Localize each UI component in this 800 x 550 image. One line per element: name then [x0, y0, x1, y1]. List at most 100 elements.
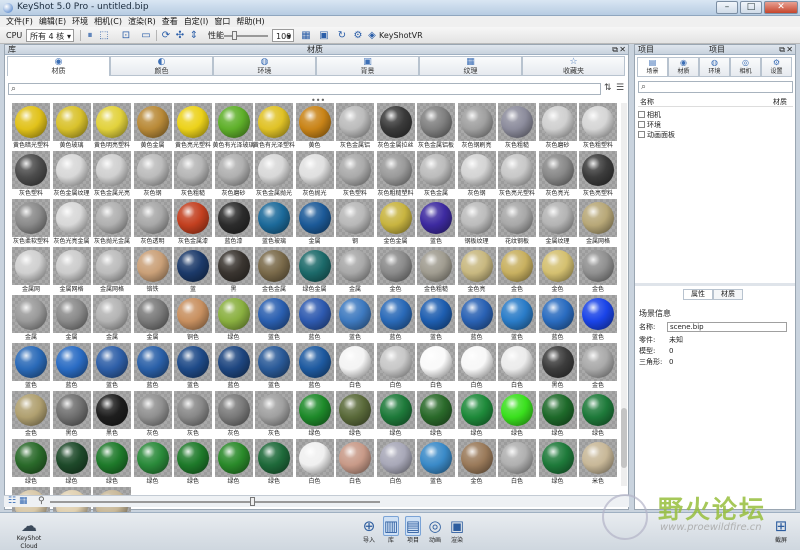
frame-icon[interactable]: ▣: [318, 29, 330, 42]
panel-close-icon[interactable]: ✕: [786, 45, 793, 55]
material-thumbnail[interactable]: 灰色光亮金属: [52, 199, 91, 246]
material-thumbnail[interactable]: 白色: [457, 343, 496, 390]
material-thumbnail[interactable]: 绿色: [93, 439, 131, 486]
material-thumbnail[interactable]: 绿色: [538, 439, 577, 486]
sort-icon[interactable]: ⇅: [604, 83, 612, 93]
material-thumbnail[interactable]: 灰色: [255, 391, 293, 438]
pause-icon[interactable]: ⏸: [84, 29, 96, 42]
material-thumbnail[interactable]: 白色: [376, 343, 415, 390]
material-thumbnail[interactable]: 灰色金属漆: [174, 199, 212, 246]
material-thumbnail[interactable]: 蓝色: [417, 439, 455, 486]
material-thumbnail[interactable]: 金属纹理: [538, 199, 577, 246]
thumbnail-size-slider[interactable]: [50, 501, 380, 503]
panel-float-icon[interactable]: ⧉: [612, 45, 618, 55]
material-thumbnail[interactable]: 蓝色: [93, 343, 131, 390]
material-thumbnail[interactable]: 蓝色: [12, 343, 50, 390]
gear-icon[interactable]: ⚙: [352, 29, 364, 42]
material-thumbnail[interactable]: 黄色暗光塑料: [12, 103, 50, 150]
material-thumbnail[interactable]: 绿色: [174, 439, 212, 486]
tab-properties[interactable]: 属性: [683, 289, 713, 300]
material-thumbnail[interactable]: 金属: [295, 199, 334, 246]
project-button[interactable]: ▤ 项目: [402, 515, 424, 545]
material-thumbnail[interactable]: 蓝色: [579, 295, 617, 342]
material-thumbnail[interactable]: 金属: [133, 295, 172, 342]
menu-environment[interactable]: 环境: [72, 16, 88, 27]
panel-close-icon[interactable]: ✕: [619, 45, 626, 55]
material-thumbnail[interactable]: 绿色: [498, 391, 536, 438]
material-thumbnail[interactable]: 灰色金属光亮: [93, 151, 131, 198]
material-thumbnail[interactable]: 白色: [295, 439, 334, 486]
material-thumbnail[interactable]: 灰色塑料: [336, 151, 374, 198]
material-thumbnail[interactable]: 黄色亮光塑料: [174, 103, 212, 150]
material-thumbnail[interactable]: 灰色粗糙塑料: [376, 151, 415, 198]
tab-prop-material[interactable]: 材质: [713, 289, 743, 300]
material-thumbnail[interactable]: 蓝色: [417, 295, 455, 342]
material-thumbnail[interactable]: 黑色: [52, 391, 91, 438]
material-thumbnail[interactable]: 钢板纹理: [457, 199, 496, 246]
material-thumbnail[interactable]: 绿色: [417, 391, 455, 438]
material-thumbnail[interactable]: 绿色: [538, 391, 577, 438]
material-thumbnail[interactable]: 白色: [417, 343, 455, 390]
material-thumbnail[interactable]: 蓝: [174, 247, 212, 294]
minimize-button[interactable]: –: [716, 1, 738, 14]
material-thumbnail[interactable]: 金色亮: [457, 247, 496, 294]
tab-colors[interactable]: ◐ 颜色: [110, 56, 213, 76]
material-thumbnail[interactable]: 白色: [376, 439, 415, 486]
tab-material[interactable]: ◉ 材质: [668, 57, 699, 77]
menu-render[interactable]: 渲染(R): [128, 16, 156, 27]
tab-materials[interactable]: ◉ 材质: [7, 56, 110, 76]
material-thumbnail[interactable]: 蓝色: [133, 343, 172, 390]
grid-icon[interactable]: ▦: [300, 29, 312, 42]
material-thumbnail[interactable]: 灰色粗糙: [174, 151, 212, 198]
material-thumbnail[interactable]: 黑色: [538, 343, 577, 390]
material-thumbnail[interactable]: 蓝色: [214, 343, 253, 390]
scrollbar-thumb[interactable]: [621, 408, 627, 468]
material-thumbnail[interactable]: 绿色: [376, 391, 415, 438]
material-thumbnail[interactable]: 黑: [214, 247, 253, 294]
material-thumbnail[interactable]: 绿色: [255, 439, 293, 486]
material-thumbnail[interactable]: 金属: [93, 295, 131, 342]
keyshot-cloud-button[interactable]: ☁ KeyShot Cloud: [8, 517, 50, 550]
rotate-icon[interactable]: ↻: [336, 29, 348, 42]
material-thumbnail[interactable]: 金属: [12, 295, 50, 342]
material-thumbnail[interactable]: 蓝色: [457, 295, 496, 342]
material-thumbnail[interactable]: 金色: [12, 391, 50, 438]
material-thumbnail[interactable]: 灰色抛光金属: [93, 199, 131, 246]
tab-settings[interactable]: ⚙ 设置: [761, 57, 792, 77]
lock-icon[interactable]: ⊡: [120, 29, 132, 42]
material-thumbnail[interactable]: 灰色金属铝板: [417, 103, 455, 150]
material-thumbnail[interactable]: 灰色粗塑料: [579, 103, 617, 150]
material-thumbnail[interactable]: 黄色有光泽玻璃: [213, 103, 255, 150]
tab-favorites[interactable]: ☆ 收藏夹: [522, 56, 625, 76]
material-thumbnail[interactable]: 金色金属: [376, 199, 415, 246]
material-thumbnail[interactable]: 黄色有光泽塑料: [253, 103, 295, 150]
material-thumbnail[interactable]: 灰色透明: [133, 199, 172, 246]
material-thumbnail[interactable]: 金色: [538, 247, 577, 294]
material-thumbnail[interactable]: 蓝色: [295, 343, 334, 390]
material-thumbnail[interactable]: 灰色粗糙: [498, 103, 536, 150]
material-thumbnail[interactable]: 白色: [498, 439, 536, 486]
tree-item-environment[interactable]: 环境: [638, 121, 661, 130]
material-thumbnail[interactable]: 金色: [457, 439, 496, 486]
material-thumbnail[interactable]: 金属: [336, 247, 374, 294]
keyshotvr-button[interactable]: KeyShotVR: [379, 29, 423, 42]
material-thumbnail[interactable]: 绿色: [336, 391, 374, 438]
material-thumbnail[interactable]: 灰色金属铝: [336, 103, 374, 150]
cpu-select[interactable]: 所有 4 核: [26, 29, 74, 43]
material-thumbnail[interactable]: 金属网格: [579, 199, 617, 246]
scene-search-input[interactable]: ⌕: [638, 81, 793, 93]
import-button[interactable]: ⊕ 导入: [358, 515, 380, 545]
material-thumbnail[interactable]: 灰色抛光: [295, 151, 334, 198]
material-thumbnail[interactable]: 金色: [579, 343, 617, 390]
screen-icon[interactable]: ▭: [140, 29, 152, 42]
menu-window[interactable]: 窗口: [214, 16, 230, 27]
material-thumbnail[interactable]: 灰色: [133, 391, 172, 438]
material-thumbnail[interactable]: 蓝色玻璃: [255, 199, 293, 246]
maximize-button[interactable]: □: [740, 1, 762, 14]
material-thumbnail[interactable]: 绿色: [12, 439, 50, 486]
material-thumbnail[interactable]: 金属网格: [93, 247, 131, 294]
menu-camera[interactable]: 相机(C): [94, 16, 122, 27]
material-thumbnail[interactable]: 蓝色: [538, 295, 577, 342]
performance-slider-knob[interactable]: [232, 31, 237, 40]
material-thumbnail[interactable]: 金色: [376, 247, 415, 294]
